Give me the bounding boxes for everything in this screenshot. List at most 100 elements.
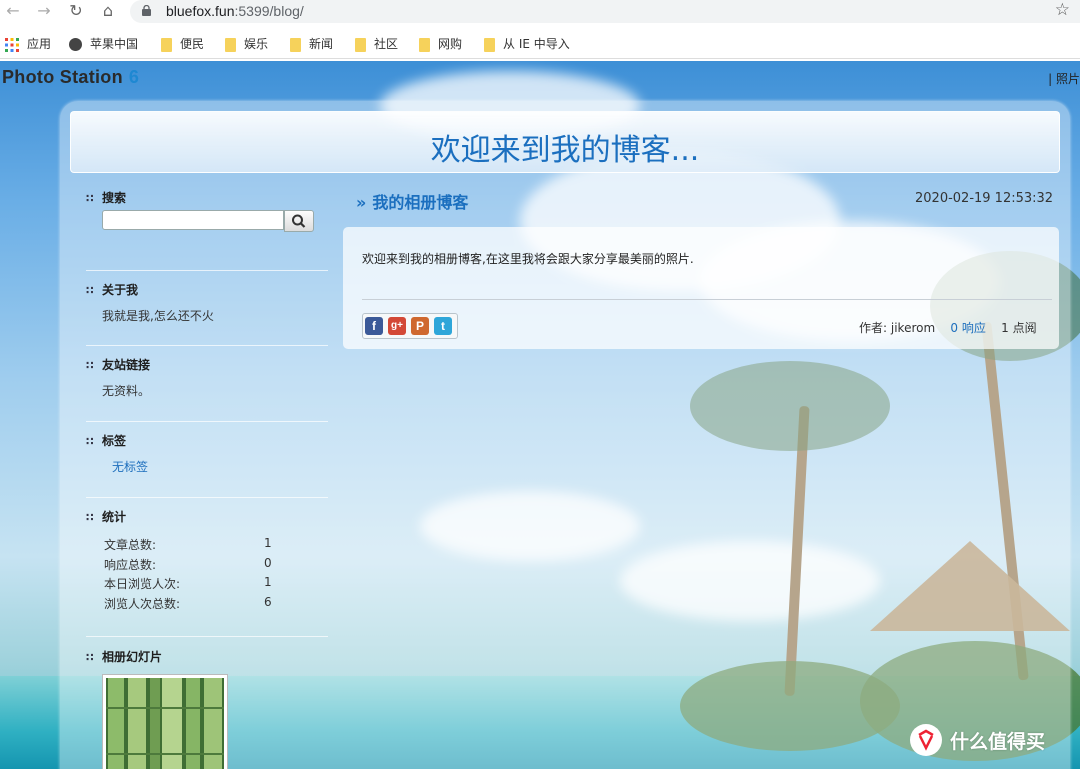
logo-version: 6 <box>128 67 140 87</box>
bookmark-label: 从 IE 中导入 <box>503 37 570 51</box>
home-icon[interactable]: ⌂ <box>98 2 118 20</box>
search-icon <box>292 214 306 228</box>
photo-station-header: Photo Station 6 | 照片 <box>0 61 1080 93</box>
post-card: 欢迎来到我的相册博客,在这里我将会跟大家分享最美丽的照片. f g+ P t 作… <box>343 227 1059 349</box>
bookmark-label: 应用 <box>27 37 52 51</box>
share-buttons: f g+ P t <box>362 313 458 339</box>
bamboo-photo <box>106 678 224 769</box>
author-name: jikerom <box>890 321 936 335</box>
sidebar-search-section: ∷ 搜索 <box>86 189 328 271</box>
bookmark-folder-xinwen[interactable]: 新闻 <box>290 35 333 53</box>
folder-icon <box>419 37 430 52</box>
google-plus-share-icon[interactable]: g+ <box>388 317 406 335</box>
sidebar-stats-section: ∷ 统计 文章总数: 1 响应总数: 0 本日浏览人次: 1 浏览人次总数: 6 <box>86 508 328 637</box>
author-label: 作者: <box>859 321 888 335</box>
folder-icon <box>225 37 236 52</box>
browser-toolbar: ← → ↻ ⌂ bluefox.fun:5399/blog/ ☆ <box>0 0 1080 23</box>
links-text: 无资料。 <box>102 384 151 398</box>
dots-icon: ∷ <box>86 435 94 448</box>
post-title[interactable]: » 我的相册博客 <box>356 189 468 213</box>
stat-row: 响应总数: 0 <box>86 556 328 576</box>
facebook-share-icon[interactable]: f <box>365 317 383 335</box>
post-divider <box>362 299 1052 300</box>
dots-icon: ∷ <box>86 511 94 524</box>
folder-icon <box>484 37 495 52</box>
stat-value: 1 <box>264 536 272 550</box>
logo-text: Photo Station <box>2 67 123 87</box>
dots-icon: ∷ <box>86 651 94 664</box>
bookmark-apps[interactable]: 应用 <box>5 35 51 53</box>
search-input[interactable] <box>102 210 284 230</box>
url-host: bluefox.fun <box>166 3 235 19</box>
no-tags-link[interactable]: 无标签 <box>86 458 328 475</box>
bookmarks-bar: 应用 苹果中国 便民 娱乐 新闻 社区 网购 从 IE 中导入 <box>0 28 1080 59</box>
back-arrow-icon[interactable]: ← <box>3 2 23 20</box>
bookmark-label: 新闻 <box>309 37 334 51</box>
bookmark-folder-wanggou[interactable]: 网购 <box>419 35 462 53</box>
folder-icon <box>355 37 366 52</box>
slideshow-heading: 相册幻灯片 <box>102 650 163 664</box>
post-meta: 作者: jikerom 0 响应 1 点阅 <box>859 319 1037 336</box>
url-path: :5399/blog/ <box>234 3 304 19</box>
stat-row: 文章总数: 1 <box>86 536 328 556</box>
blog-title: 欢迎来到我的博客... <box>430 133 700 168</box>
bookmark-folder-shequ[interactable]: 社区 <box>355 35 398 53</box>
blog-title-bar: 欢迎来到我的博客... <box>70 111 1060 173</box>
bookmark-star-icon[interactable]: ☆ <box>1055 0 1070 20</box>
bookmark-folder-yule[interactable]: 娱乐 <box>225 35 268 53</box>
search-box <box>102 210 328 238</box>
sidebar-heading: ∷ 标签 <box>86 432 328 450</box>
dots-icon: ∷ <box>86 359 94 372</box>
links-heading: 友站链接 <box>102 358 151 372</box>
url-text: bluefox.fun:5399/blog/ <box>166 3 304 19</box>
sidebar-heading: ∷ 相册幻灯片 <box>86 648 328 666</box>
sidebar-links-section: ∷ 友站链接 无资料。 <box>86 356 328 422</box>
sidebar-tags-section: ∷ 标签 无标签 <box>86 432 328 498</box>
double-chevron-right-icon: » <box>356 193 367 212</box>
responses-link[interactable]: 0 响应 <box>950 321 985 335</box>
blog-page: Photo Station 6 | 照片 欢迎来到我的博客... ∷ 搜索 ∷ … <box>0 61 1080 769</box>
stat-label: 响应总数: <box>104 557 157 572</box>
sidebar-slideshow-section: ∷ 相册幻灯片 <box>86 648 328 769</box>
slideshow-thumbnail[interactable] <box>102 674 228 769</box>
stat-value: 1 <box>264 575 272 589</box>
photo-station-logo[interactable]: Photo Station 6 <box>2 67 139 88</box>
sidebar-heading: ∷ 友站链接 <box>86 356 328 374</box>
post-title-text: 我的相册博客 <box>372 193 469 212</box>
address-bar[interactable]: bluefox.fun:5399/blog/ ☆ <box>130 0 1080 23</box>
bookmark-label: 苹果中国 <box>90 37 139 51</box>
stat-value: 6 <box>264 594 272 609</box>
plurk-share-icon[interactable]: P <box>411 317 429 335</box>
sidebar: ∷ 搜索 ∷ 关于我 我就是我,怎么还不火 ∷ 友站链接 无资料。 ∷ 标签 无… <box>86 189 328 769</box>
sidebar-heading: ∷ 搜索 <box>86 189 328 207</box>
stat-row: 浏览人次总数: 6 <box>86 595 328 615</box>
stat-label: 浏览人次总数: <box>104 596 181 611</box>
post-date: 2020-02-19 12:53:32 <box>915 191 1054 206</box>
dots-icon: ∷ <box>86 192 94 205</box>
search-heading: 搜索 <box>102 191 127 205</box>
stat-value: 0 <box>264 555 272 570</box>
post-body: 欢迎来到我的相册博客,在这里我将会跟大家分享最美丽的照片. <box>362 252 694 266</box>
bookmark-label: 社区 <box>374 37 399 51</box>
bookmark-folder-import-ie[interactable]: 从 IE 中导入 <box>484 35 570 53</box>
twitter-share-icon[interactable]: t <box>434 317 452 335</box>
views-count: 1 点阅 <box>1001 321 1037 335</box>
forward-arrow-icon[interactable]: → <box>34 2 54 20</box>
watermark-text: 什么值得买 <box>950 731 1046 753</box>
about-heading: 关于我 <box>102 283 139 297</box>
bookmark-folder-bianmin[interactable]: 便民 <box>161 35 204 53</box>
stats-heading: 统计 <box>102 510 127 524</box>
watermark-logo-icon <box>910 724 942 756</box>
stat-label: 本日浏览人次: <box>104 577 181 591</box>
reload-icon[interactable]: ↻ <box>66 2 86 20</box>
photo-link[interactable]: | 照片 <box>1048 70 1080 87</box>
bookmark-label: 娱乐 <box>244 37 269 51</box>
bookmark-label: 便民 <box>180 37 205 51</box>
sidebar-about-section: ∷ 关于我 我就是我,怎么还不火 <box>86 281 328 346</box>
stat-label: 文章总数: <box>104 538 157 552</box>
blog-frame: 欢迎来到我的博客... ∷ 搜索 ∷ 关于我 我就是我,怎么还不火 ∷ 友站链接… <box>60 101 1070 769</box>
dots-icon: ∷ <box>86 284 94 297</box>
folder-icon <box>161 37 172 52</box>
search-button[interactable] <box>284 210 314 232</box>
bookmark-apple-china[interactable]: 苹果中国 <box>69 35 138 53</box>
